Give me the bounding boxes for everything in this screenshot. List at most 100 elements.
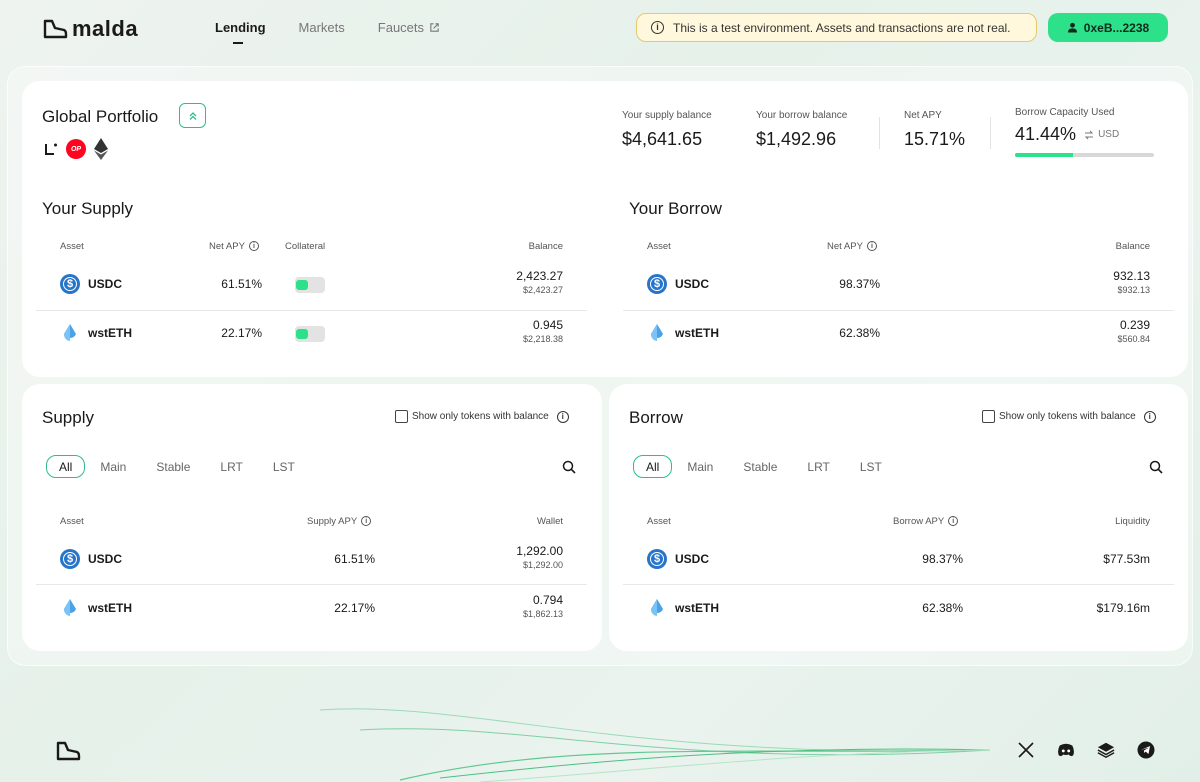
asset-wsteth[interactable]: wstETH [647,323,719,343]
tab-lst[interactable]: LST [845,455,897,478]
discord-icon[interactable] [1057,741,1075,759]
balance-filter-checkbox[interactable] [982,410,995,423]
col-wallet: Wallet [536,516,563,527]
tab-lst[interactable]: LST [258,455,310,478]
tab-all[interactable]: All [633,455,673,478]
nav-lending[interactable]: Lending [215,20,266,44]
asset-wsteth[interactable]: wstETH [60,598,132,618]
collateral-toggle[interactable] [295,277,325,293]
row-divider [623,310,1174,311]
col-balance: Balance [528,241,563,252]
external-link-icon [430,23,439,32]
col-supply-apy: Supply APY i [307,516,372,527]
borrow-apy: 62.38% [839,326,880,340]
asset-wsteth[interactable]: wstETH [60,323,132,343]
tab-all[interactable]: All [46,455,86,478]
portfolio-title: Global Portfolio [42,107,159,126]
asset-usdc[interactable]: $ USDC [60,549,122,569]
net-apy-value: 15.71% [904,129,966,149]
borrow-market-card: Borrow Show only tokens with balance i A… [609,384,1188,651]
telegram-icon[interactable] [1137,741,1155,759]
divider [879,117,880,149]
usdc-icon: $ [647,274,667,294]
x-icon[interactable] [1017,741,1035,759]
col-collateral: Collateral [285,241,326,252]
borrow-capacity-value: 41.44% [1015,124,1077,144]
currency-toggle[interactable]: USD [1084,129,1119,140]
collateral-toggle[interactable] [295,326,325,342]
borrow-capacity-stat: Borrow Capacity Used 41.44% USD [1015,107,1120,144]
asset-usdc[interactable]: $ USDC [60,274,122,294]
supply-market-card: Supply Show only tokens with balance i A… [22,384,602,651]
tab-stable[interactable]: Stable [141,455,205,478]
tab-main[interactable]: Main [672,455,728,478]
balance-filter[interactable]: Show only tokens with balance i [395,410,569,423]
borrow-balance-stat: Your borrow balance $1,492.96 [756,110,848,149]
supply-balance: 0.945 $2,218.38 [522,318,563,344]
brand-logo[interactable]: malda [42,16,138,42]
portfolio-card: Global Portfolio OP Your supply balance … [22,81,1188,377]
balance-filter[interactable]: Show only tokens with balance i [982,410,1156,423]
wsteth-icon [647,323,667,343]
chevrons-up-icon [189,111,196,120]
wsteth-icon [60,598,80,618]
wallet-balance: 1,292.00 $1,292.00 [516,544,563,570]
top-bar: malda Lending Markets Faucets i This is … [0,0,1200,60]
supply-balance-value: $4,641.65 [622,129,703,149]
usdc-icon: $ [647,549,667,569]
balance-filter-checkbox[interactable] [395,410,408,423]
tab-lrt[interactable]: LRT [205,455,257,478]
swap-icon [1084,130,1094,139]
col-liquidity: Liquidity [1115,516,1150,527]
borrow-apy: 98.37% [839,277,880,291]
asset-usdc[interactable]: $ USDC [647,274,709,294]
col-asset: Asset [647,241,671,252]
usdc-icon: $ [60,549,80,569]
tab-lrt[interactable]: LRT [792,455,844,478]
capacity-progress-bar [1015,153,1154,157]
divider [990,117,991,149]
supply-apy: 22.17% [221,326,262,340]
info-icon[interactable]: i [1143,410,1156,423]
liquidity-value: $77.53m [1103,552,1150,566]
row-divider [623,584,1174,585]
linea-icon [45,143,57,155]
info-icon[interactable]: i [866,241,877,252]
info-icon[interactable]: i [556,410,569,423]
nav-markets[interactable]: Markets [299,20,345,35]
wallet-address: 0xeB...2238 [1083,20,1150,35]
brand-name: malda [72,16,139,41]
borrow-market-title: Borrow [629,408,683,427]
main-nav: Lending Markets Faucets [215,20,440,44]
wallet-balance: 0.794 $1,862.13 [522,593,563,619]
info-icon: i [651,21,664,34]
search-icon[interactable] [1149,460,1163,474]
tab-main[interactable]: Main [85,455,141,478]
wallet-button[interactable]: 0xeB...2238 [1048,13,1168,42]
malda-logo-icon[interactable] [55,740,81,762]
borrow-filter-tabs: All Main Stable LRT LST [633,455,897,478]
nav-faucets[interactable]: Faucets [378,20,440,35]
info-icon[interactable]: i [248,241,259,252]
test-env-notice: i This is a test environment. Assets and… [636,13,1037,42]
chain-list: OP [44,138,108,160]
col-balance: Balance [1115,241,1150,252]
wsteth-icon [60,323,80,343]
wsteth-icon [647,598,667,618]
info-icon[interactable]: i [948,516,959,527]
optimism-icon: OP [66,139,86,159]
row-divider [36,310,587,311]
col-asset: Asset [647,516,671,527]
usdc-icon: $ [60,274,80,294]
asset-usdc[interactable]: $ USDC [647,549,709,569]
search-icon[interactable] [562,460,576,474]
collapse-button[interactable] [179,103,206,128]
user-icon [1067,22,1077,33]
tab-stable[interactable]: Stable [728,455,792,478]
asset-wsteth[interactable]: wstETH [647,598,719,618]
social-links [1017,741,1155,759]
supply-apy: 22.17% [334,601,375,615]
gitbook-icon[interactable] [1097,741,1115,759]
net-apy-stat: Net APY 15.71% [904,110,966,149]
info-icon[interactable]: i [361,516,372,527]
